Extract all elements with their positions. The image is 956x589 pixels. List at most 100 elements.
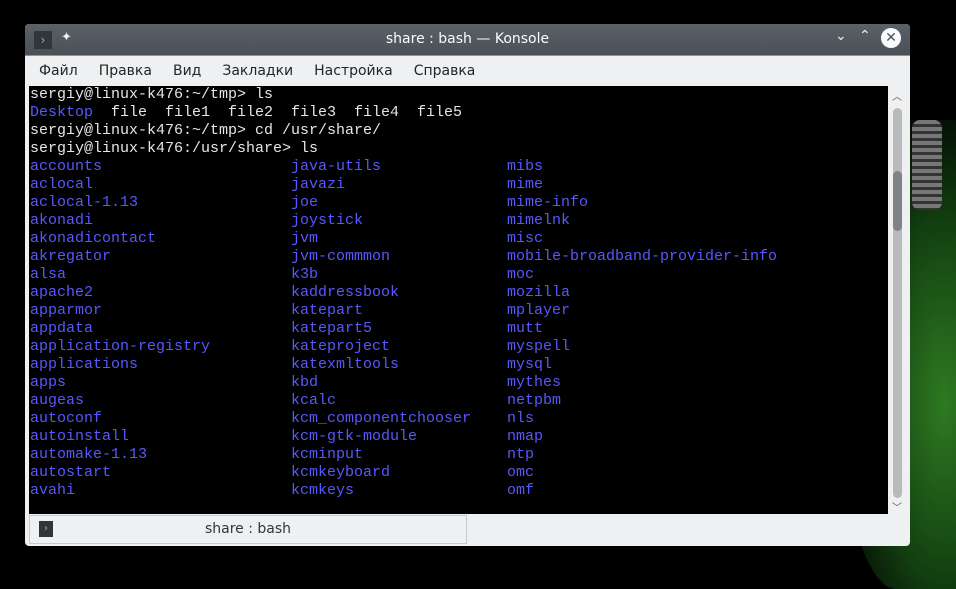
file-entries: file file1 file2 file3 file4 file5: [111, 104, 463, 121]
tab-label: share : bash: [204, 521, 292, 537]
terminal-line: Desktop file file1 file2 file3 file4 file…: [30, 104, 888, 122]
listing-row: autoconf kcm_componentchooser nls: [30, 410, 888, 428]
dir-entry: akregator: [30, 248, 112, 265]
maximize-button[interactable]: ⌃: [859, 28, 871, 44]
listing-row: avahi kcmkeys omf: [30, 482, 888, 500]
dir-entry: mime-info: [507, 194, 589, 211]
close-button[interactable]: ✕: [881, 28, 901, 48]
dir-entry: mimelnk: [507, 212, 571, 229]
dir-entry: alsa: [30, 266, 67, 283]
dir-entry: applications: [30, 356, 139, 373]
menu-help[interactable]: Справка: [414, 63, 476, 79]
listing-row: automake-1.13 kcminput ntp: [30, 446, 888, 464]
dir-entry: aclocal: [30, 176, 94, 193]
scroll-track[interactable]: [893, 108, 902, 498]
dir-entry: kcm-gtk-module: [291, 428, 418, 445]
terminal-line: sergiy@linux-k476:~/tmp> ls: [30, 86, 274, 103]
wallpaper-bulb: [912, 120, 942, 210]
dir-entry: Desktop: [30, 104, 94, 121]
listing-row: akregator jvm-commmon mobile-broadband-pro…: [30, 248, 888, 266]
dir-entry: akonadicontact: [30, 230, 157, 247]
listing-row: applications katexmltools mysql: [30, 356, 888, 374]
dir-entry: jvm-commmon: [291, 248, 391, 265]
dir-entry: application-registry: [30, 338, 211, 355]
listing-row: appdata katepart5 mutt: [30, 320, 888, 338]
dir-entry: mibs: [507, 158, 544, 175]
dir-entry: kcminput: [291, 446, 364, 463]
listing-row: application-registry kateproject myspell: [30, 338, 888, 356]
dir-entry: kateproject: [291, 338, 391, 355]
dir-entry: kbd: [291, 374, 319, 391]
dir-entry: katexmltools: [291, 356, 400, 373]
listing-row: aclocal-1.13 joe mime-info: [30, 194, 888, 212]
window-title: share : bash — Konsole: [385, 31, 550, 47]
scrollbar[interactable]: ︿ ﹀: [888, 86, 906, 514]
dir-entry: mutt: [507, 320, 544, 337]
dir-entry: automake-1.13: [30, 446, 148, 463]
dir-entry: autoconf: [30, 410, 103, 427]
listing-row: aclocal javazi mime: [30, 176, 888, 194]
menu-file[interactable]: Файл: [39, 63, 78, 79]
minimize-button[interactable]: ⌄: [835, 28, 847, 44]
dir-entry: augeas: [30, 392, 85, 409]
terminal-output[interactable]: sergiy@linux-k476:~/tmp> ls Desktop file f…: [29, 86, 888, 514]
dir-entry: aclocal-1.13: [30, 194, 139, 211]
dir-entry: apache2: [30, 284, 94, 301]
dir-entry: kaddressbook: [291, 284, 400, 301]
dir-entry: mime: [507, 176, 544, 193]
konsole-window: › ✦ share : bash — Konsole ⌄ ⌃ ✕ Файл Пр…: [25, 24, 910, 546]
scroll-down-icon[interactable]: ﹀: [892, 499, 902, 514]
listing-row: apache2 kaddressbook mozilla: [30, 284, 888, 302]
listing-row: autostart kcmkeyboard omc: [30, 464, 888, 482]
dir-entry: akonadi: [30, 212, 94, 229]
menu-bookmarks[interactable]: Закладки: [222, 63, 293, 79]
dir-entry: myspell: [507, 338, 571, 355]
listing-row: accounts java-utils mibs: [30, 158, 888, 176]
menu-edit[interactable]: Правка: [99, 63, 152, 79]
title-bar[interactable]: › ✦ share : bash — Konsole ⌄ ⌃ ✕: [25, 24, 910, 56]
dir-entry: mythes: [507, 374, 562, 391]
dir-entry: jvm: [291, 230, 319, 247]
dir-entry: omf: [507, 482, 535, 499]
dir-entry: autoinstall: [30, 428, 130, 445]
dir-entry: netpbm: [507, 392, 562, 409]
dir-entry: mobile-broadband-provider-info: [507, 248, 778, 265]
dir-entry: nls: [507, 410, 535, 427]
listing-row: apparmor katepart mplayer: [30, 302, 888, 320]
dir-entry: java-utils: [291, 158, 382, 175]
dir-entry: k3b: [291, 266, 319, 283]
dir-entry: mysql: [507, 356, 553, 373]
dir-entry: javazi: [291, 176, 346, 193]
dir-entry: katepart: [291, 302, 364, 319]
dir-entry: nmap: [507, 428, 544, 445]
scroll-up-icon[interactable]: ︿: [892, 88, 902, 103]
dir-entry: kcmkeys: [291, 482, 355, 499]
dir-entry: joe: [291, 194, 319, 211]
menu-bar: Файл Правка Вид Закладки Настройка Справ…: [25, 56, 910, 86]
ls-listing: accounts java-utils mibs aclocal javazi mime a…: [30, 158, 888, 500]
dir-entry: apparmor: [30, 302, 103, 319]
dir-entry: joystick: [291, 212, 364, 229]
dir-entry: mplayer: [507, 302, 571, 319]
menu-view[interactable]: Вид: [173, 63, 201, 79]
listing-row: akonadicontact jvm misc: [30, 230, 888, 248]
listing-row: augeas kcalc netpbm: [30, 392, 888, 410]
dir-entry: katepart5: [291, 320, 373, 337]
dir-entry: mozilla: [507, 284, 571, 301]
dir-entry: kcmkeyboard: [291, 464, 391, 481]
dir-entry: moc: [507, 266, 535, 283]
dir-entry: kcalc: [291, 392, 337, 409]
dir-entry: accounts: [30, 158, 103, 175]
scroll-thumb[interactable]: [893, 171, 902, 231]
listing-row: autoinstall kcm-gtk-module nmap: [30, 428, 888, 446]
terminal-line: sergiy@linux-k476:~/tmp> cd /usr/share/: [30, 122, 382, 139]
dir-entry: misc: [507, 230, 544, 247]
dir-entry: omc: [507, 464, 535, 481]
menu-settings[interactable]: Настройка: [314, 63, 393, 79]
dir-entry: apps: [30, 374, 67, 391]
dir-entry: avahi: [30, 482, 76, 499]
listing-row: apps kbd mythes: [30, 374, 888, 392]
dir-entry: kcm_componentchooser: [291, 410, 472, 427]
terminal-line: sergiy@linux-k476:/usr/share> ls: [30, 140, 319, 157]
tab-share-bash[interactable]: › share : bash: [29, 515, 467, 544]
